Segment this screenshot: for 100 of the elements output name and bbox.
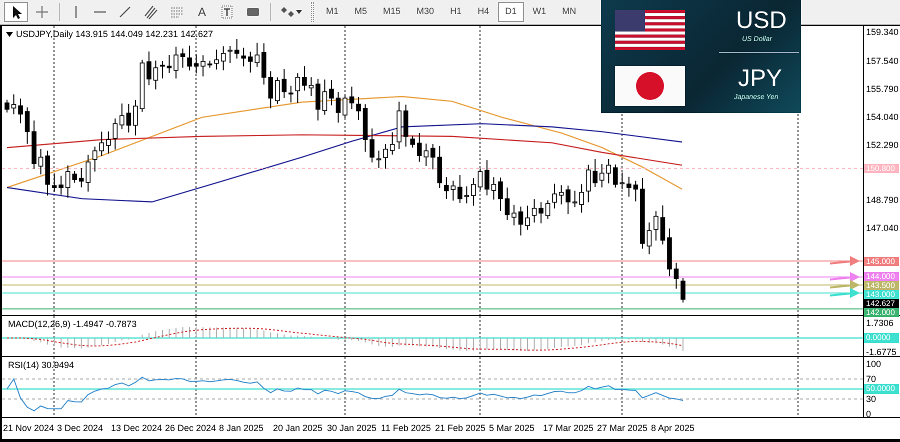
candlestick (32, 120, 36, 170)
candlestick (308, 76, 314, 97)
candlestick (194, 54, 199, 74)
candlestick (552, 183, 557, 209)
shapes-icon (280, 4, 296, 20)
candlestick (275, 76, 280, 104)
macd-tick: -1.6775 (866, 347, 897, 358)
date-label: 20 Jan 2025 (273, 422, 324, 435)
candlestick (525, 205, 530, 230)
candlestick (228, 46, 232, 64)
candlestick (646, 222, 652, 255)
candlestick (464, 186, 470, 204)
candlestick (558, 184, 564, 205)
candlestick (160, 60, 165, 79)
candlestick (11, 94, 16, 115)
chart-header: USDJPY,Daily 143.915 144.049 142.231 142.627 (16, 28, 213, 41)
candlestick (383, 144, 388, 170)
caret-icon (296, 9, 302, 15)
date-label: 11 Feb 2025 (381, 422, 432, 435)
candlestick (566, 185, 570, 215)
candlestick (180, 48, 186, 68)
date-label: 21 Nov 2024 (3, 422, 56, 435)
date-label: 21 Feb 2025 (435, 422, 487, 435)
candlestick (106, 130, 111, 154)
zero-level-label: 0.0000 (864, 333, 899, 343)
currency-code: JPY (738, 66, 782, 92)
pointer-tool-button[interactable] (4, 2, 28, 22)
candlestick (153, 60, 158, 90)
price-tick: 159.340 (866, 27, 899, 37)
candlestick (633, 180, 638, 202)
candlestick (532, 198, 537, 224)
timeframe-button[interactable]: M30 (410, 2, 442, 22)
candlestick (416, 132, 422, 162)
candlestick (349, 86, 354, 110)
candlestick (220, 46, 226, 71)
price-level-label: 142.000 (864, 308, 899, 318)
crosshair-icon (34, 4, 50, 20)
price-tick: 157.540 (866, 56, 899, 66)
candlestick (484, 160, 490, 196)
dropdown-icon[interactable] (6, 32, 13, 38)
candlestick (498, 177, 503, 212)
candlestick (65, 164, 70, 198)
candlestick (667, 228, 672, 277)
candlestick (362, 104, 368, 152)
candlestick (545, 200, 550, 220)
candlestick (295, 72, 300, 104)
candlestick (99, 131, 104, 156)
candlestick (214, 49, 219, 70)
timeframe-button[interactable]: M5 (348, 2, 374, 22)
date-label: 8 Jan 2025 (219, 422, 265, 435)
price-level-label: 142.627 (864, 299, 899, 308)
candlestick (458, 174, 462, 204)
trend-line-icon (117, 4, 133, 20)
text-tool-button[interactable]: A (191, 2, 213, 22)
candlestick (4, 99, 10, 113)
candlestick (660, 204, 666, 245)
candlestick (654, 210, 658, 242)
timeframe-button[interactable]: MN (555, 2, 584, 22)
candlestick (18, 98, 23, 124)
horizontal-line-icon (94, 11, 106, 13)
timeframe-button[interactable]: D1 (498, 2, 524, 22)
candlestick (140, 59, 145, 112)
candlestick (38, 148, 44, 175)
candlestick (471, 178, 476, 206)
price-level-label: 143.500 (864, 281, 899, 290)
candlestick (342, 94, 348, 119)
rsi-tick: 0 (866, 409, 872, 419)
candlestick (626, 176, 632, 198)
candlestick (133, 99, 138, 136)
timeframe-button[interactable]: H4 (470, 2, 496, 22)
timeframe-button[interactable]: M1 (319, 2, 346, 22)
candlestick (403, 104, 408, 148)
timeframe-button[interactable]: W1 (526, 2, 554, 22)
candlestick (166, 54, 172, 74)
timeframe-button[interactable]: H1 (443, 2, 469, 22)
date-label: 13 Dec 2024 (111, 422, 164, 435)
candlestick (24, 106, 30, 144)
candlestick (200, 54, 206, 77)
date-label: 17 Mar 2025 (543, 422, 595, 435)
candlestick (538, 202, 544, 224)
price-tick: 155.790 (866, 84, 899, 94)
candlestick (288, 85, 294, 103)
candlestick (316, 78, 320, 121)
candlestick (396, 101, 402, 150)
candlestick (491, 176, 496, 200)
candlestick (390, 132, 395, 156)
candlestick (174, 46, 178, 80)
candlestick (356, 96, 361, 121)
candlestick (72, 170, 77, 184)
candlestick (112, 118, 118, 150)
price-level-label: 144.000 (864, 272, 899, 282)
text-label-icon (219, 4, 235, 20)
candlestick (146, 51, 152, 86)
candlestick (126, 103, 132, 133)
candlestick (606, 158, 612, 184)
timeframe-button[interactable]: M15 (376, 2, 408, 22)
candlestick (376, 150, 382, 168)
candlestick (586, 164, 591, 203)
candlestick (370, 128, 374, 163)
candlestick (329, 80, 334, 106)
